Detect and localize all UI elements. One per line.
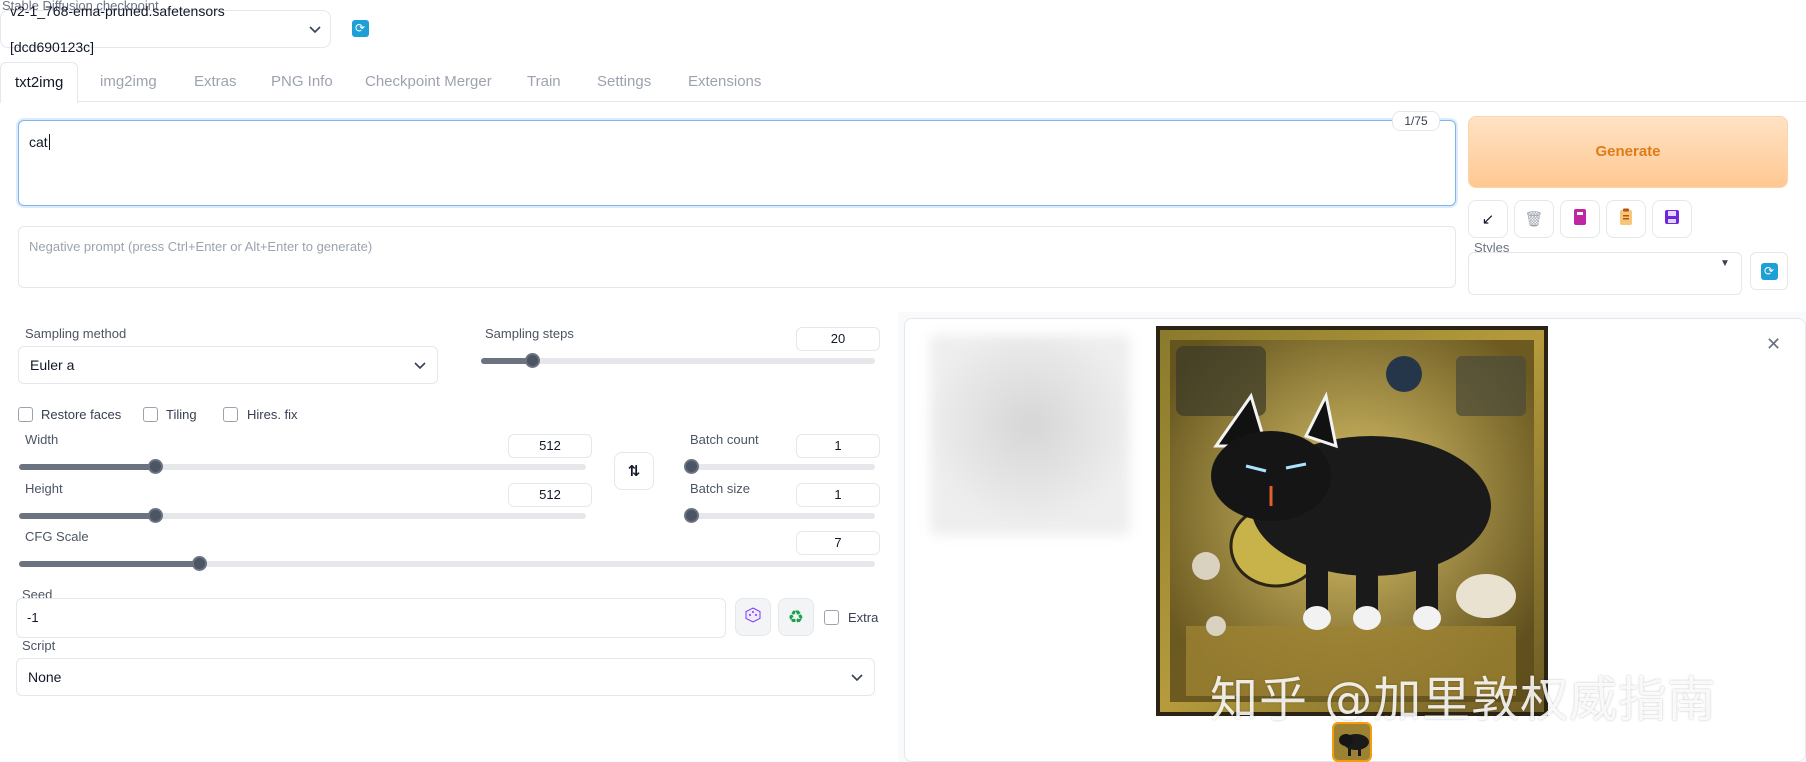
height-label: Height [25, 481, 63, 496]
hires-fix-checkbox[interactable] [223, 407, 238, 422]
slider-thumb[interactable] [684, 459, 699, 474]
blurred-preview [930, 335, 1130, 535]
batch-count-label: Batch count [690, 432, 759, 447]
tab-bar: txt2img img2img Extras PNG Info Checkpoi… [0, 62, 1806, 103]
tab-extensions[interactable]: Extensions [674, 62, 775, 102]
tiling-checkbox[interactable] [143, 407, 158, 422]
arrow-down-left-icon: ↙ [1481, 210, 1495, 228]
paste-params-button[interactable]: ↙ [1468, 200, 1508, 238]
checkpoint-value: v2-1_768-ema-pruned.safetensors [dcd6901… [10, 3, 225, 55]
cfg-scale-slider[interactable] [19, 556, 875, 571]
chevron-down-icon [414, 357, 426, 373]
slider-thumb[interactable] [148, 459, 163, 474]
batch-size-slider[interactable] [684, 508, 875, 523]
width-input[interactable]: 512 [508, 434, 592, 458]
generate-button[interactable]: Generate [1468, 116, 1788, 188]
negative-prompt-placeholder: Negative prompt (press Ctrl+Enter or Alt… [29, 239, 373, 254]
tab-train[interactable]: Train [513, 62, 575, 102]
batch-count-slider[interactable] [684, 459, 875, 474]
trash-icon: 🗑 [1524, 210, 1544, 228]
batch-size-input[interactable]: 1 [796, 483, 880, 507]
slider-thumb[interactable] [525, 353, 540, 368]
token-counter: 1/75 [1392, 111, 1440, 131]
styles-select[interactable] [1468, 252, 1742, 295]
watermark-text: 知乎 @加里敦权威指南 [1210, 672, 1717, 728]
sampling-method-value: Euler a [30, 357, 75, 373]
prompt-input[interactable]: cat [18, 120, 1456, 206]
generated-image[interactable] [1156, 326, 1548, 716]
restore-faces-checkbox[interactable] [18, 407, 33, 422]
script-value: None [28, 669, 62, 685]
width-label: Width [25, 432, 59, 447]
sampling-steps-input[interactable]: 20 [796, 327, 880, 351]
recycle-icon: ♻ [787, 606, 805, 628]
tab-img2img[interactable]: img2img [86, 62, 171, 102]
tab-png-info[interactable]: PNG Info [257, 62, 347, 102]
book-icon [1572, 208, 1588, 230]
clipboard-icon [1618, 208, 1634, 230]
extra-seed-checkbox[interactable] [824, 610, 839, 625]
script-select[interactable]: None [16, 658, 875, 696]
gallery-thumbnail[interactable] [1332, 722, 1372, 762]
styles-refresh-button[interactable]: ⟳ [1750, 252, 1788, 290]
restore-faces-label: Restore faces [41, 407, 122, 422]
width-slider[interactable] [19, 459, 586, 474]
swap-arrows-icon: ⇅ [627, 462, 641, 480]
refresh-icon: ⟳ [351, 19, 369, 37]
save-icon [1664, 209, 1680, 229]
batch-count-input[interactable]: 1 [796, 434, 880, 458]
tab-txt2img[interactable]: txt2img [0, 62, 79, 103]
checkpoint-select[interactable]: v2-1_768-ema-pruned.safetensors [dcd6901… [0, 3, 331, 55]
tab-checkpoint-merger[interactable]: Checkpoint Merger [351, 62, 506, 102]
batch-size-label: Batch size [690, 481, 750, 496]
sampling-method-label: Sampling method [25, 326, 127, 341]
sampling-steps-slider[interactable] [481, 353, 875, 368]
hires-fix-label: Hires. fix [247, 407, 298, 422]
reuse-seed-button[interactable]: ♻ [778, 598, 814, 636]
chevron-down-icon [851, 669, 863, 685]
random-seed-button[interactable] [735, 598, 771, 636]
clear-prompt-button[interactable]: 🗑 [1514, 200, 1554, 238]
sampling-method-select[interactable]: Euler a [18, 346, 438, 384]
prompt-text: cat [29, 134, 48, 150]
chevron-down-icon [309, 11, 321, 47]
tiling-label: Tiling [166, 407, 197, 422]
sampling-steps-label: Sampling steps [485, 326, 574, 341]
apply-styles-button[interactable] [1606, 200, 1646, 238]
refresh-icon: ⟳ [1760, 262, 1778, 280]
slider-thumb[interactable] [684, 508, 699, 523]
tab-extras[interactable]: Extras [180, 62, 251, 102]
save-style-button[interactable] [1652, 200, 1692, 238]
height-input[interactable]: 512 [508, 483, 592, 507]
tab-settings[interactable]: Settings [583, 62, 665, 102]
cfg-scale-label: CFG Scale [25, 529, 89, 544]
slider-thumb[interactable] [148, 508, 163, 523]
caret-down-icon: ▼ [1720, 258, 1730, 269]
extra-seed-label: Extra [848, 610, 879, 625]
height-slider[interactable] [19, 508, 586, 523]
script-label: Script [22, 638, 56, 653]
extra-networks-button[interactable] [1560, 200, 1600, 238]
checkpoint-refresh-button[interactable]: ⟳ [348, 16, 372, 40]
seed-input[interactable]: -1 [16, 598, 726, 638]
negative-prompt-input[interactable]: Negative prompt (press Ctrl+Enter or Alt… [18, 226, 1456, 288]
slider-thumb[interactable] [192, 556, 207, 571]
close-icon[interactable]: ✕ [1766, 334, 1781, 355]
dice-icon [745, 607, 761, 627]
swap-dimensions-button[interactable]: ⇅ [614, 452, 654, 490]
seed-value: -1 [27, 610, 39, 625]
cfg-scale-input[interactable]: 7 [796, 531, 880, 555]
